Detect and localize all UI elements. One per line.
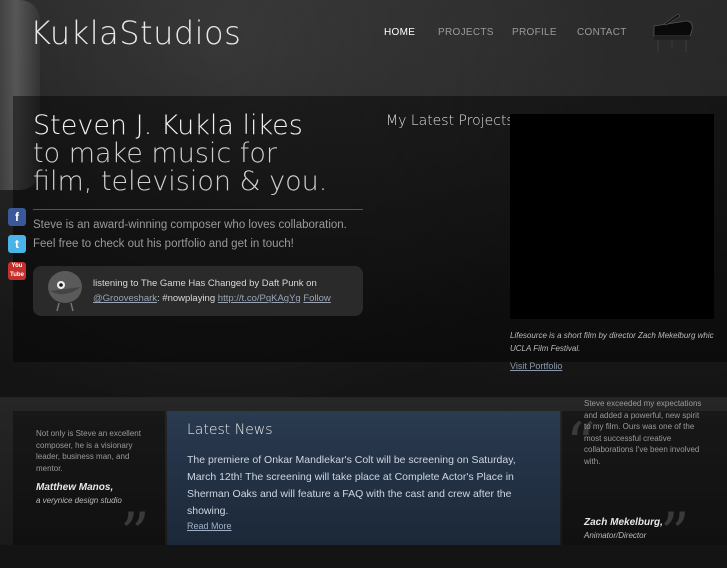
testimonial-left-text: Not only is Steve an excellent composer,… — [36, 429, 141, 473]
tweet-link[interactable]: http://t.co/PqKAgYg — [218, 293, 301, 304]
youtube-icon-glyph: You Tube — [10, 263, 24, 278]
testimonial-left-name: Matthew Manos, — [36, 482, 114, 493]
twitter-bird-icon — [48, 271, 82, 312]
projects-title: My Latest Projects — [386, 113, 514, 129]
tweet-prefix: listening to The Game Has Changed by Daf… — [93, 278, 317, 289]
quote-mark-icon: ” — [120, 500, 150, 568]
grand-piano-icon — [653, 13, 693, 52]
nav-home[interactable]: HOME — [384, 27, 415, 38]
testimonial-right-role: Animator/Director — [584, 531, 647, 540]
nav-projects[interactable]: PROJECTS — [438, 27, 494, 38]
tweet-hashtag: : #nowplaying — [157, 293, 216, 304]
nav-profile[interactable]: PROFILE — [512, 27, 557, 38]
testimonial-right-text: Steve exceeded my expectations and added… — [584, 399, 702, 466]
visit-portfolio-link[interactable]: Visit Portfolio — [510, 361, 562, 371]
grooveshark-link[interactable]: @Grooveshark — [93, 293, 157, 304]
testimonial-right-name: Zach Mekelburg, — [584, 517, 663, 528]
headline-line-3: film, television & you. — [33, 166, 328, 197]
site-logo[interactable]: KuklaStudios — [30, 14, 241, 52]
read-more-link[interactable]: Read More — [187, 521, 232, 531]
youtube-icon[interactable]: You Tube — [8, 262, 26, 280]
hero-headline: Steven J. Kukla likes to make music for … — [33, 112, 373, 196]
testimonial-left-role: a verynice design studio — [36, 496, 122, 505]
tweet-text: listening to The Game Has Changed by Daf… — [93, 276, 358, 306]
project-caption: Lifesource is a short film by director Z… — [510, 329, 727, 355]
follow-link[interactable]: Follow — [303, 293, 330, 304]
twitter-icon[interactable]: t — [8, 235, 26, 253]
project-caption-line-1: Lifesource is a short film by director Z… — [510, 331, 714, 340]
facebook-icon-glyph: f — [15, 210, 19, 224]
news-title: Latest News — [187, 422, 273, 438]
facebook-icon[interactable]: f — [8, 208, 26, 226]
headline-line-1: Steven J. Kukla likes — [33, 110, 303, 141]
project-video[interactable] — [510, 114, 714, 319]
news-body: The premiere of Onkar Mandlekar's Colt w… — [187, 454, 516, 517]
hero-intro: Steve is an award-winning composer who l… — [33, 219, 347, 250]
twitter-icon-glyph: t — [15, 237, 19, 251]
headline-line-2: to make music for — [33, 138, 277, 169]
nav-contact[interactable]: CONTACT — [577, 27, 627, 38]
hero-divider — [33, 209, 363, 210]
project-caption-line-2: UCLA Film Festival. — [510, 344, 581, 353]
close-quote-icon: ” — [660, 500, 690, 568]
